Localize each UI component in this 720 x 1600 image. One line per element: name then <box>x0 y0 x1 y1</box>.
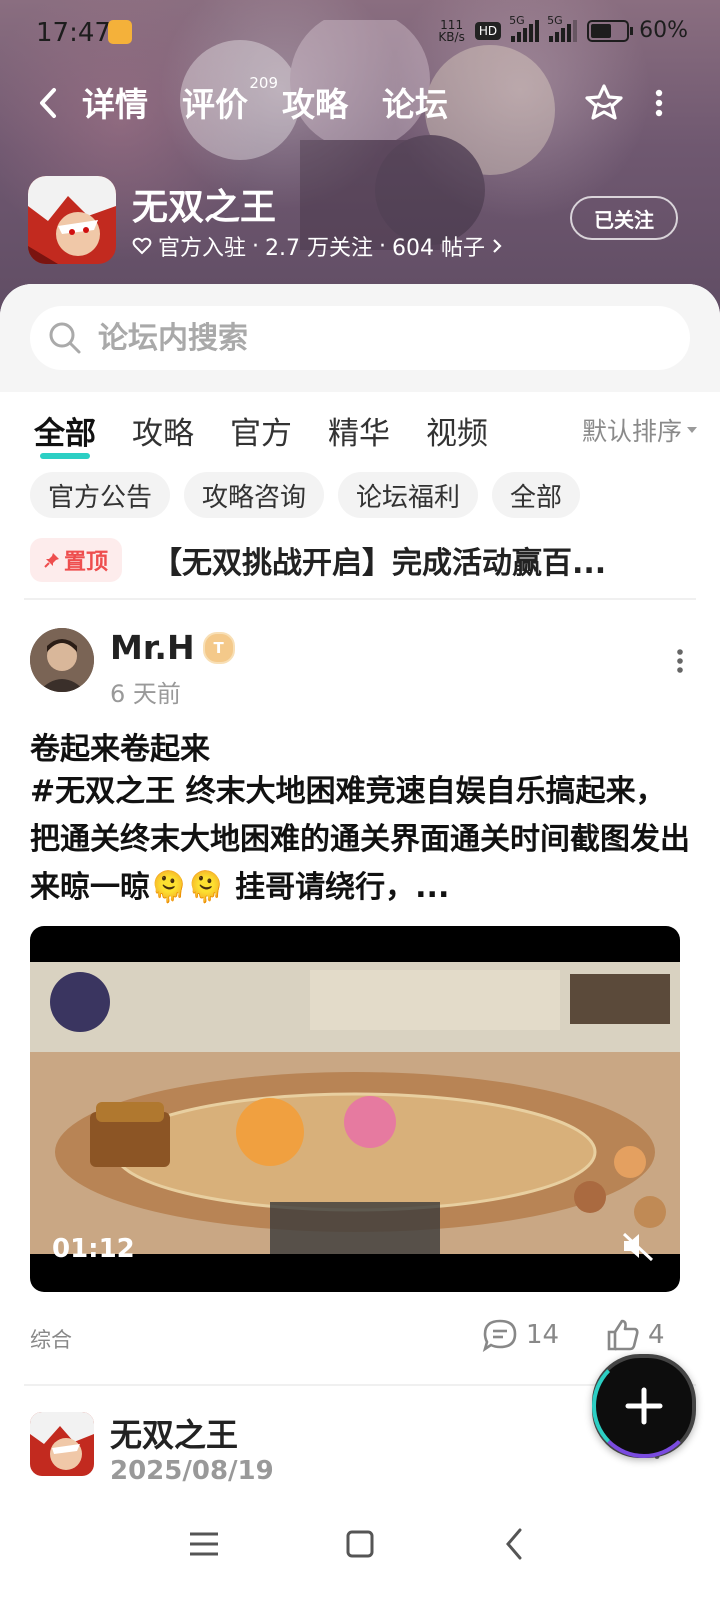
battery-percent: 60% <box>639 18 688 43</box>
favorite-star-icon[interactable] <box>584 82 624 122</box>
tab-forum-label: 论坛 <box>382 85 448 124</box>
signal-icon: 5G <box>509 14 540 42</box>
menu-icon[interactable] <box>184 1524 224 1564</box>
status-bar: 17:47 111 KB/s HD 5G 5G 60% <box>0 0 720 66</box>
signal-label-2: 5G <box>547 13 563 27</box>
category-tab-official[interactable]: 官方 <box>230 408 292 453</box>
back-arrow-icon[interactable] <box>34 86 64 120</box>
like-count: 4 <box>648 1320 665 1350</box>
signal-icon-2: 5G <box>547 14 578 42</box>
separator: · <box>379 233 386 259</box>
followers-count: 2.7 万关注 <box>265 236 373 261</box>
game-info: 无双之王 官方入驻 · 2.7 万关注 · 604 帖子 已关注 <box>28 176 692 266</box>
pin-icon <box>44 553 59 568</box>
separator: · <box>252 233 260 259</box>
pinned-badge-label: 置顶 <box>64 550 109 575</box>
create-post-button[interactable] <box>592 1354 696 1458</box>
chip-all[interactable]: 全部 <box>492 472 581 518</box>
tab-guides[interactable]: 攻略 <box>282 78 348 126</box>
pinned-title: 【无双挑战开启】完成活动赢百... <box>152 546 607 581</box>
post2-author[interactable]: 无双之王 <box>110 1410 238 1456</box>
notification-icon <box>108 20 132 44</box>
status-time: 17:47 <box>36 18 111 48</box>
chevron-right-icon <box>493 239 502 253</box>
category-tab-featured[interactable]: 精华 <box>328 408 390 453</box>
post2-time: 2025/08/19 <box>110 1456 274 1486</box>
chip-forum-welfare[interactable]: 论坛福利 <box>338 472 479 518</box>
pinned-post[interactable]: 置顶 【无双挑战开启】完成活动赢百... <box>30 538 690 582</box>
mute-icon[interactable] <box>620 1230 656 1262</box>
level-badge: T <box>202 631 235 664</box>
game-logo[interactable] <box>28 176 116 264</box>
category-tab-video[interactable]: 视频 <box>426 408 488 453</box>
game-name: 无双之王 <box>132 187 277 228</box>
dropdown-triangle-icon <box>687 427 697 433</box>
post-body: #无双之王 终末大地困难竞速自娱自乐搞起来，把通关终末大地困难的通关界面通关时间… <box>30 774 690 905</box>
search-box[interactable] <box>30 306 690 370</box>
tab-guides-label: 攻略 <box>282 85 348 124</box>
search-icon <box>49 322 81 354</box>
comment-icon <box>482 1319 517 1352</box>
category-tab-guides[interactable]: 攻略 <box>132 408 194 453</box>
divider <box>24 598 696 600</box>
post-category[interactable]: 综合 <box>30 1324 72 1354</box>
post-title: 卷起来卷起来 <box>30 732 210 767</box>
official-label: 官方入驻 <box>158 236 247 261</box>
author-name: Mr.H <box>110 628 195 667</box>
thumbs-up-icon <box>607 1319 639 1351</box>
net-speed-value: 111 <box>440 17 464 32</box>
signal-label-1: 5G <box>509 13 525 27</box>
video-thumbnail <box>30 962 680 1254</box>
system-nav-bar <box>0 1490 720 1600</box>
comment-count: 14 <box>526 1320 560 1350</box>
hd-icon: HD <box>474 21 502 40</box>
net-speed-unit: KB/s <box>438 29 465 44</box>
search-input[interactable] <box>96 319 660 357</box>
post-more-icon[interactable] <box>676 648 684 674</box>
back-icon[interactable] <box>496 1524 536 1564</box>
post-time: 6 天前 <box>110 680 181 708</box>
post-footer: 综合 14 4 <box>30 1318 680 1358</box>
more-options-icon[interactable] <box>654 88 664 118</box>
plus-icon <box>625 1387 663 1425</box>
search-area <box>0 284 720 392</box>
posts-count: 604 帖子 <box>392 236 485 261</box>
home-icon[interactable] <box>340 1524 380 1564</box>
verified-heart-icon <box>132 237 152 255</box>
follow-button[interactable]: 已关注 <box>570 196 678 240</box>
avatar[interactable] <box>30 628 94 692</box>
reviews-count: 209 <box>249 74 278 92</box>
sort-label: 默认排序 <box>581 417 682 446</box>
post-author[interactable]: Mr.H T <box>110 628 235 667</box>
status-indicators: 111 KB/s HD 5G 5G 60% <box>438 14 688 44</box>
tab-reviews[interactable]: 评价 209 <box>182 74 278 126</box>
chip-official-notice[interactable]: 官方公告 <box>30 472 171 518</box>
filter-chips: 官方公告 攻略咨询 论坛福利 全部 <box>30 472 581 518</box>
post2-avatar[interactable] <box>30 1412 94 1476</box>
video-player[interactable]: 01:12 <box>30 926 680 1292</box>
chip-guide-consult[interactable]: 攻略咨询 <box>184 472 325 518</box>
like-button[interactable]: 4 <box>606 1318 665 1352</box>
category-tab-all[interactable]: 全部 <box>34 408 96 459</box>
tab-reviews-label: 评价 <box>182 85 248 124</box>
comment-button[interactable]: 14 <box>482 1318 559 1352</box>
tab-details-label: 详情 <box>82 85 148 124</box>
battery-icon <box>587 19 634 42</box>
pinned-badge: 置顶 <box>30 538 123 582</box>
nav-tabs: 详情 评价 209 攻略 论坛 <box>82 74 448 130</box>
tab-forum[interactable]: 论坛 <box>382 78 448 130</box>
video-duration: 01:12 <box>52 1234 135 1264</box>
top-nav: 详情 评价 209 攻略 论坛 <box>0 72 720 132</box>
sort-dropdown[interactable]: 默认排序 <box>582 412 698 448</box>
network-speed: 111 KB/s <box>438 19 464 43</box>
game-stats[interactable]: 官方入驻 · 2.7 万关注 · 604 帖子 <box>132 230 503 262</box>
category-tabs: 全部 攻略 官方 精华 视频 <box>34 408 488 459</box>
tab-details[interactable]: 详情 <box>82 78 148 126</box>
